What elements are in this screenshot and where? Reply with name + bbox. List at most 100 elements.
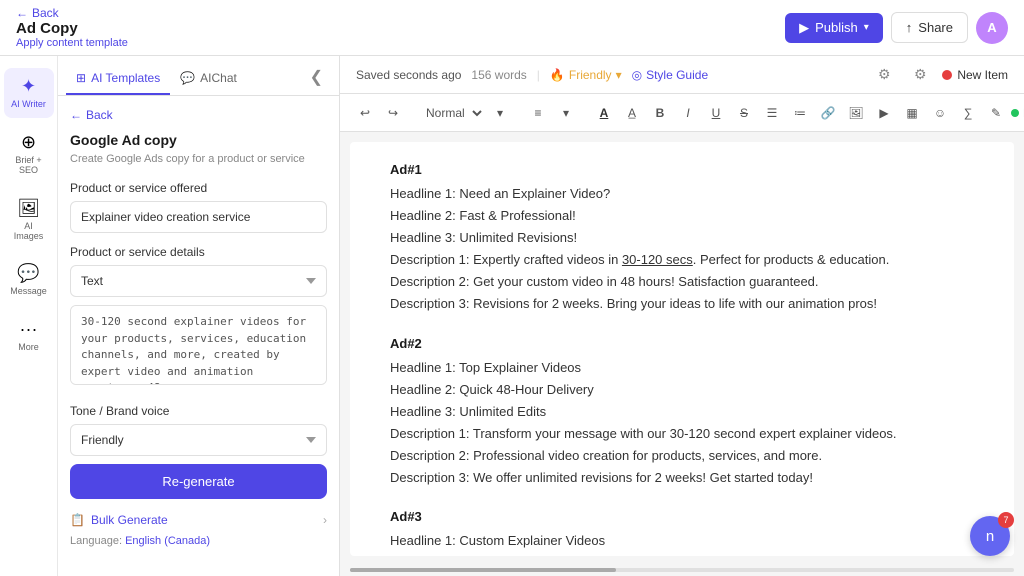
formula-button[interactable]: ∑	[955, 100, 981, 126]
chevron-down-icon: ▾	[864, 22, 869, 33]
text-color-button[interactable]: A	[591, 100, 617, 126]
aichat-label: AIChat	[200, 71, 237, 85]
table-button[interactable]: ▦	[899, 100, 925, 126]
undo-button[interactable]: ↩	[352, 100, 378, 126]
brief-seo-label: Brief + SEO	[10, 156, 48, 176]
bulk-generate-icon: 📋	[70, 513, 85, 527]
avatar[interactable]: A	[976, 12, 1008, 44]
ad2-d1: Description 1: Transform your message wi…	[390, 423, 974, 445]
share-label: Share	[918, 20, 953, 35]
ad2-h3: Headline 3: Unlimited Edits	[390, 401, 974, 423]
tab-ai-templates[interactable]: ⊞ AI Templates	[66, 63, 170, 95]
image-button[interactable]: 🖼	[843, 100, 869, 126]
strikethrough-button[interactable]: S	[731, 100, 757, 126]
details-textarea[interactable]: 30-120 second explainer videos for your …	[70, 305, 327, 385]
ad3-heading: Ad#3	[390, 509, 974, 524]
product-label: Product or service offered	[70, 181, 327, 195]
editor-content[interactable]: Ad#1 Headline 1: Need an Explainer Video…	[350, 142, 1014, 556]
ai-writer-label: AI Writer	[11, 100, 46, 110]
editing-badge[interactable]: Editing ▾ ⋯	[1011, 106, 1024, 120]
scrollbar-thumb[interactable]	[350, 568, 616, 572]
play-icon: ▶	[799, 20, 809, 36]
italic-button[interactable]: I	[675, 100, 701, 126]
tone-value: Friendly	[569, 68, 612, 82]
back-label: Back	[32, 6, 59, 20]
tone-separator: |	[537, 68, 540, 82]
sidebar-item-brief-seo[interactable]: ⊕ Brief + SEO	[4, 124, 54, 184]
bulk-generate-button[interactable]: 📋 Bulk Generate ›	[70, 513, 327, 527]
tone-indicator[interactable]: 🔥 Friendly ▾	[550, 68, 622, 82]
redo-button[interactable]: ↪	[380, 100, 406, 126]
chat-bubble-button[interactable]: n 7	[970, 516, 1010, 556]
tone-label: Tone / Brand voice	[70, 404, 327, 418]
format-style-select[interactable]: Normal	[418, 105, 485, 121]
panel-back-label: Back	[86, 108, 113, 122]
emoji-button[interactable]: ☺	[927, 100, 953, 126]
ad1-d3: Description 3: Revisions for 2 weeks. Br…	[390, 293, 974, 315]
panel-back-arrow-icon: ←	[70, 108, 82, 122]
align-chevron-button[interactable]: ▾	[553, 100, 579, 126]
sidebar-item-ai-images[interactable]: 🖼 AI Images	[4, 190, 54, 250]
horizontal-scrollbar[interactable]	[350, 568, 1014, 572]
tone-emoji-icon: 🔥	[550, 68, 565, 82]
style-guide-icon: ◎	[632, 68, 642, 82]
underline-button[interactable]: U	[703, 100, 729, 126]
new-item-dot-icon	[942, 70, 952, 80]
sidebar-item-message[interactable]: 💬 Message	[4, 255, 54, 305]
panel-back-button[interactable]: ← Back	[70, 108, 327, 122]
template-title: Google Ad copy	[70, 132, 327, 148]
ai-images-icon: 🖼	[17, 198, 40, 219]
align-button[interactable]: ≡	[525, 100, 551, 126]
sidebar-item-more[interactable]: ··· More	[4, 311, 54, 361]
link-button[interactable]: 🔗	[815, 100, 841, 126]
ad1-d2: Description 2: Get your custom video in …	[390, 271, 974, 293]
language-line: Language: English (Canada)	[70, 535, 327, 547]
toolbar-icon-btn-2[interactable]: ⚙	[906, 61, 934, 89]
icon-sidebar: ✦ AI Writer ⊕ Brief + SEO 🖼 AI Images 💬 …	[0, 56, 58, 576]
ad3-h1: Headline 1: Custom Explainer Videos	[390, 530, 974, 552]
details-type-select[interactable]: Text	[70, 265, 327, 297]
more-format-button[interactable]: ✎	[983, 100, 1009, 126]
scrollbar-area	[340, 566, 1024, 576]
format-toolbar: ↩ ↪ Normal ▾ ≡ ▾ A A̲ B I U S ☰ ≔ 🔗	[340, 94, 1024, 132]
message-label: Message	[10, 287, 47, 297]
toolbar-icon-btn-1[interactable]: ⚙	[870, 61, 898, 89]
highlight-button[interactable]: A̲	[619, 100, 645, 126]
language-link[interactable]: English (Canada)	[125, 535, 210, 547]
bold-button[interactable]: B	[647, 100, 673, 126]
template-desc: Create Google Ads copy for a product or …	[70, 152, 327, 167]
tone-select[interactable]: Friendly	[70, 424, 327, 456]
back-button[interactable]: ← Back	[16, 6, 128, 20]
ad2-d2: Description 2: Professional video creati…	[390, 445, 974, 467]
regenerate-button[interactable]: Re-generate	[70, 464, 327, 499]
ai-writer-icon: ✦	[21, 76, 36, 97]
brief-seo-icon: ⊕	[21, 132, 36, 153]
style-guide-button[interactable]: ◎ Style Guide	[632, 68, 709, 82]
product-input[interactable]	[70, 201, 327, 233]
ad1-heading: Ad#1	[390, 162, 974, 177]
publish-button[interactable]: ▶ Publish ▾	[785, 13, 883, 43]
chat-bubble-icon: n	[986, 528, 994, 545]
editor-status-bar: Saved seconds ago 156 words | 🔥 Friendly…	[340, 56, 1024, 94]
share-button[interactable]: ↑ Share	[891, 12, 968, 43]
sidebar-item-ai-writer[interactable]: ✦ AI Writer	[4, 68, 54, 118]
editing-status-icon	[1011, 109, 1019, 117]
aichat-icon: 💬	[180, 71, 195, 85]
play-button[interactable]: ▶	[871, 100, 897, 126]
new-item-button[interactable]: New Item	[942, 68, 1008, 82]
ad2-h2: Headline 2: Quick 48-Hour Delivery	[390, 379, 974, 401]
tab-aichat[interactable]: 💬 AIChat	[170, 63, 247, 95]
bulk-generate-arrow-icon: ›	[323, 513, 327, 527]
style-guide-label: Style Guide	[646, 68, 708, 82]
panel-collapse-button[interactable]: ❮	[302, 59, 331, 95]
side-panel: ⊞ AI Templates 💬 AIChat ❮ ← Back Google …	[58, 56, 340, 576]
panel-content: ← Back Google Ad copy Create Google Ads …	[58, 96, 339, 576]
bullet-list-button[interactable]: ☰	[759, 100, 785, 126]
numbered-list-button[interactable]: ≔	[787, 100, 813, 126]
save-status: Saved seconds ago	[356, 68, 461, 82]
format-chevron-button[interactable]: ▾	[487, 100, 513, 126]
apply-template-link[interactable]: Apply content template	[16, 37, 128, 49]
ad2-h1: Headline 1: Top Explainer Videos	[390, 357, 974, 379]
page-title: Ad Copy	[16, 20, 128, 37]
bulk-generate-label: Bulk Generate	[91, 513, 168, 527]
